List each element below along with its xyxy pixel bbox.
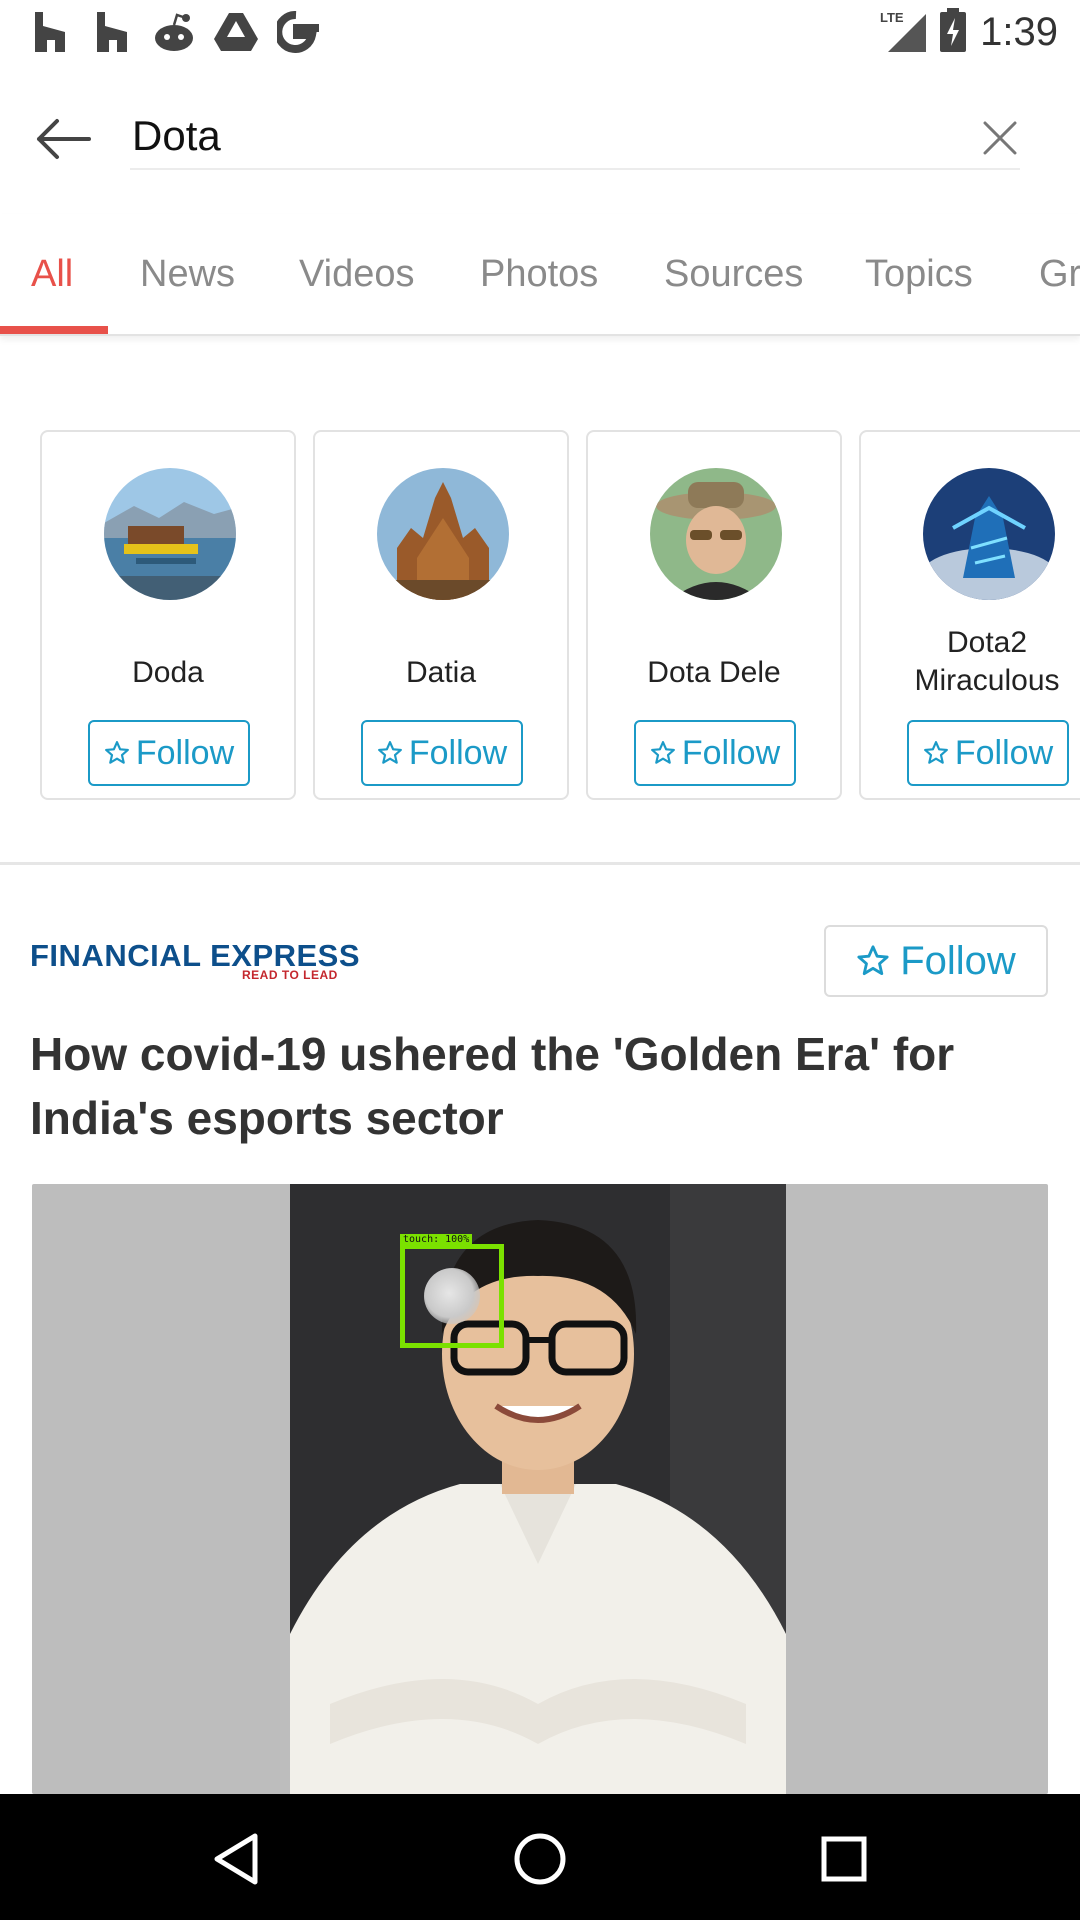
follow-label: Follow	[954, 733, 1054, 772]
circle-home-icon	[514, 1833, 566, 1885]
follow-button[interactable]: Follow	[88, 720, 250, 786]
tab-news[interactable]: News	[140, 214, 235, 334]
article-headline[interactable]: How covid-19 ushered the 'Golden Era' fo…	[30, 1022, 1040, 1150]
houzz-icon	[90, 10, 134, 54]
square-recents-icon	[821, 1836, 867, 1882]
notification-icons	[28, 10, 320, 54]
search-bar	[0, 64, 1080, 214]
system-navigation-bar	[0, 1794, 1080, 1920]
tab-sources[interactable]: Sources	[664, 214, 803, 334]
follow-button[interactable]: Follow	[907, 720, 1069, 786]
touch-indicator	[424, 1268, 480, 1324]
reddit-icon	[152, 10, 196, 54]
google-icon	[276, 10, 320, 54]
section-divider	[0, 862, 1080, 865]
article-photo	[290, 1184, 786, 1794]
nav-home-button[interactable]	[495, 1814, 585, 1904]
source-logo[interactable]: FINANCIAL EXPRESS READ TO LEAD	[30, 938, 360, 984]
avatar	[650, 468, 782, 600]
entity-card[interactable]: Datia Follow	[313, 430, 569, 800]
arrow-left-icon	[37, 119, 91, 159]
follow-button[interactable]: Follow	[361, 720, 523, 786]
source-tagline: READ TO LEAD	[242, 968, 338, 982]
avatar	[923, 468, 1055, 600]
entity-name: Dota Dele	[647, 656, 781, 689]
avatar	[377, 468, 509, 600]
drive-icon	[214, 10, 258, 54]
battery-charging-icon	[940, 7, 967, 57]
tab-groups[interactable]: Gr	[1039, 214, 1080, 334]
nav-back-button[interactable]	[191, 1814, 281, 1904]
avatar	[104, 468, 236, 600]
follow-button[interactable]: Follow	[634, 720, 796, 786]
follow-label: Follow	[681, 733, 781, 772]
star-icon	[923, 741, 948, 764]
article-image[interactable]	[32, 1184, 1048, 1794]
entity-card[interactable]: Doda Follow	[40, 430, 296, 800]
system-status: LTE 1:39	[880, 7, 1058, 57]
entity-name: Dota2 Miraculous	[914, 626, 1060, 697]
status-bar: LTE 1:39	[0, 0, 1080, 64]
filter-tabs: All News Videos Photos Sources Topics Gr	[0, 214, 1080, 336]
houzz-icon	[28, 10, 72, 54]
tab-videos[interactable]: Videos	[299, 214, 415, 334]
follow-source-button[interactable]: Follow	[824, 925, 1048, 997]
star-icon	[857, 945, 889, 976]
active-tab-indicator	[0, 326, 108, 334]
follow-label: Follow	[135, 733, 235, 772]
clear-search-button[interactable]	[970, 108, 1030, 168]
svg-text:LTE: LTE	[880, 10, 904, 25]
entity-name: Doda	[132, 656, 204, 689]
tab-all[interactable]: All	[31, 214, 73, 334]
entity-card[interactable]: Dota2 Miraculous Follow	[859, 430, 1080, 800]
tab-topics[interactable]: Topics	[865, 214, 973, 334]
close-icon	[983, 121, 1017, 155]
nav-recents-button[interactable]	[799, 1814, 889, 1904]
star-icon	[650, 741, 675, 764]
back-button[interactable]	[28, 104, 98, 174]
clock: 1:39	[980, 9, 1058, 54]
entity-card[interactable]: Dota Dele Follow	[586, 430, 842, 800]
entity-name: Datia	[405, 656, 477, 689]
entity-carousel[interactable]: Doda Follow Datia Follow Dota Dele Follo…	[0, 430, 1080, 802]
star-icon	[377, 741, 402, 764]
search-input[interactable]	[130, 104, 1020, 170]
follow-label: Follow	[900, 938, 1016, 983]
lte-signal-icon: LTE	[880, 8, 927, 57]
tab-photos[interactable]: Photos	[480, 214, 598, 334]
follow-label: Follow	[408, 733, 508, 772]
triangle-back-icon	[214, 1833, 258, 1885]
star-icon	[104, 741, 129, 764]
